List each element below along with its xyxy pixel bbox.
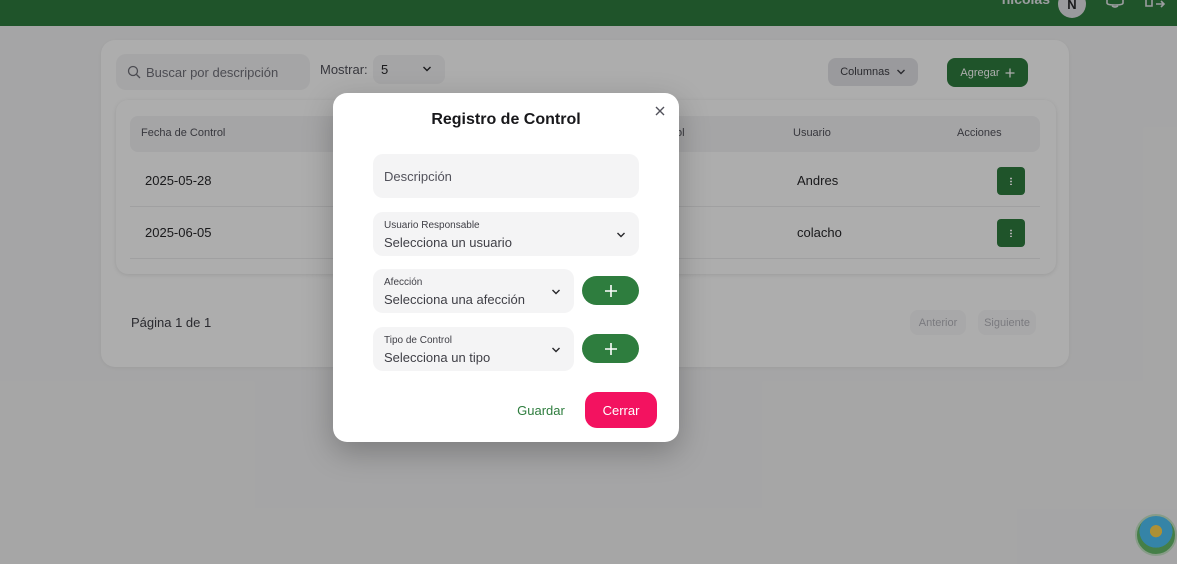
chevron-down-icon — [552, 347, 560, 353]
control-type-select-label: Tipo de Control — [384, 335, 452, 346]
plus-icon — [604, 284, 617, 297]
control-register-modal: Registro de Control Descripción Usuario … — [333, 93, 679, 442]
affection-select-label: Afección — [384, 277, 423, 288]
add-control-type-button[interactable] — [582, 334, 639, 363]
description-placeholder: Descripción — [384, 169, 452, 184]
close-icon[interactable] — [654, 105, 666, 117]
chevron-down-icon — [617, 232, 625, 238]
control-type-select[interactable]: Tipo de Control Selecciona un tipo — [373, 327, 574, 371]
save-button[interactable]: Guardar — [509, 400, 573, 420]
close-button[interactable]: Cerrar — [585, 392, 657, 428]
modal-title: Registro de Control — [431, 111, 581, 128]
plus-icon — [604, 342, 617, 355]
affection-select-value: Selecciona una afección — [384, 292, 525, 307]
affection-select[interactable]: Afección Selecciona una afección — [373, 269, 574, 313]
add-affection-button[interactable] — [582, 276, 639, 305]
user-select[interactable]: Usuario Responsable Selecciona un usuari… — [373, 212, 639, 256]
user-select-label: Usuario Responsable — [384, 220, 480, 231]
control-type-select-value: Selecciona un tipo — [384, 350, 491, 365]
chevron-down-icon — [552, 289, 560, 295]
description-field[interactable]: Descripción — [373, 154, 639, 198]
user-select-value: Selecciona un usuario — [384, 235, 512, 250]
